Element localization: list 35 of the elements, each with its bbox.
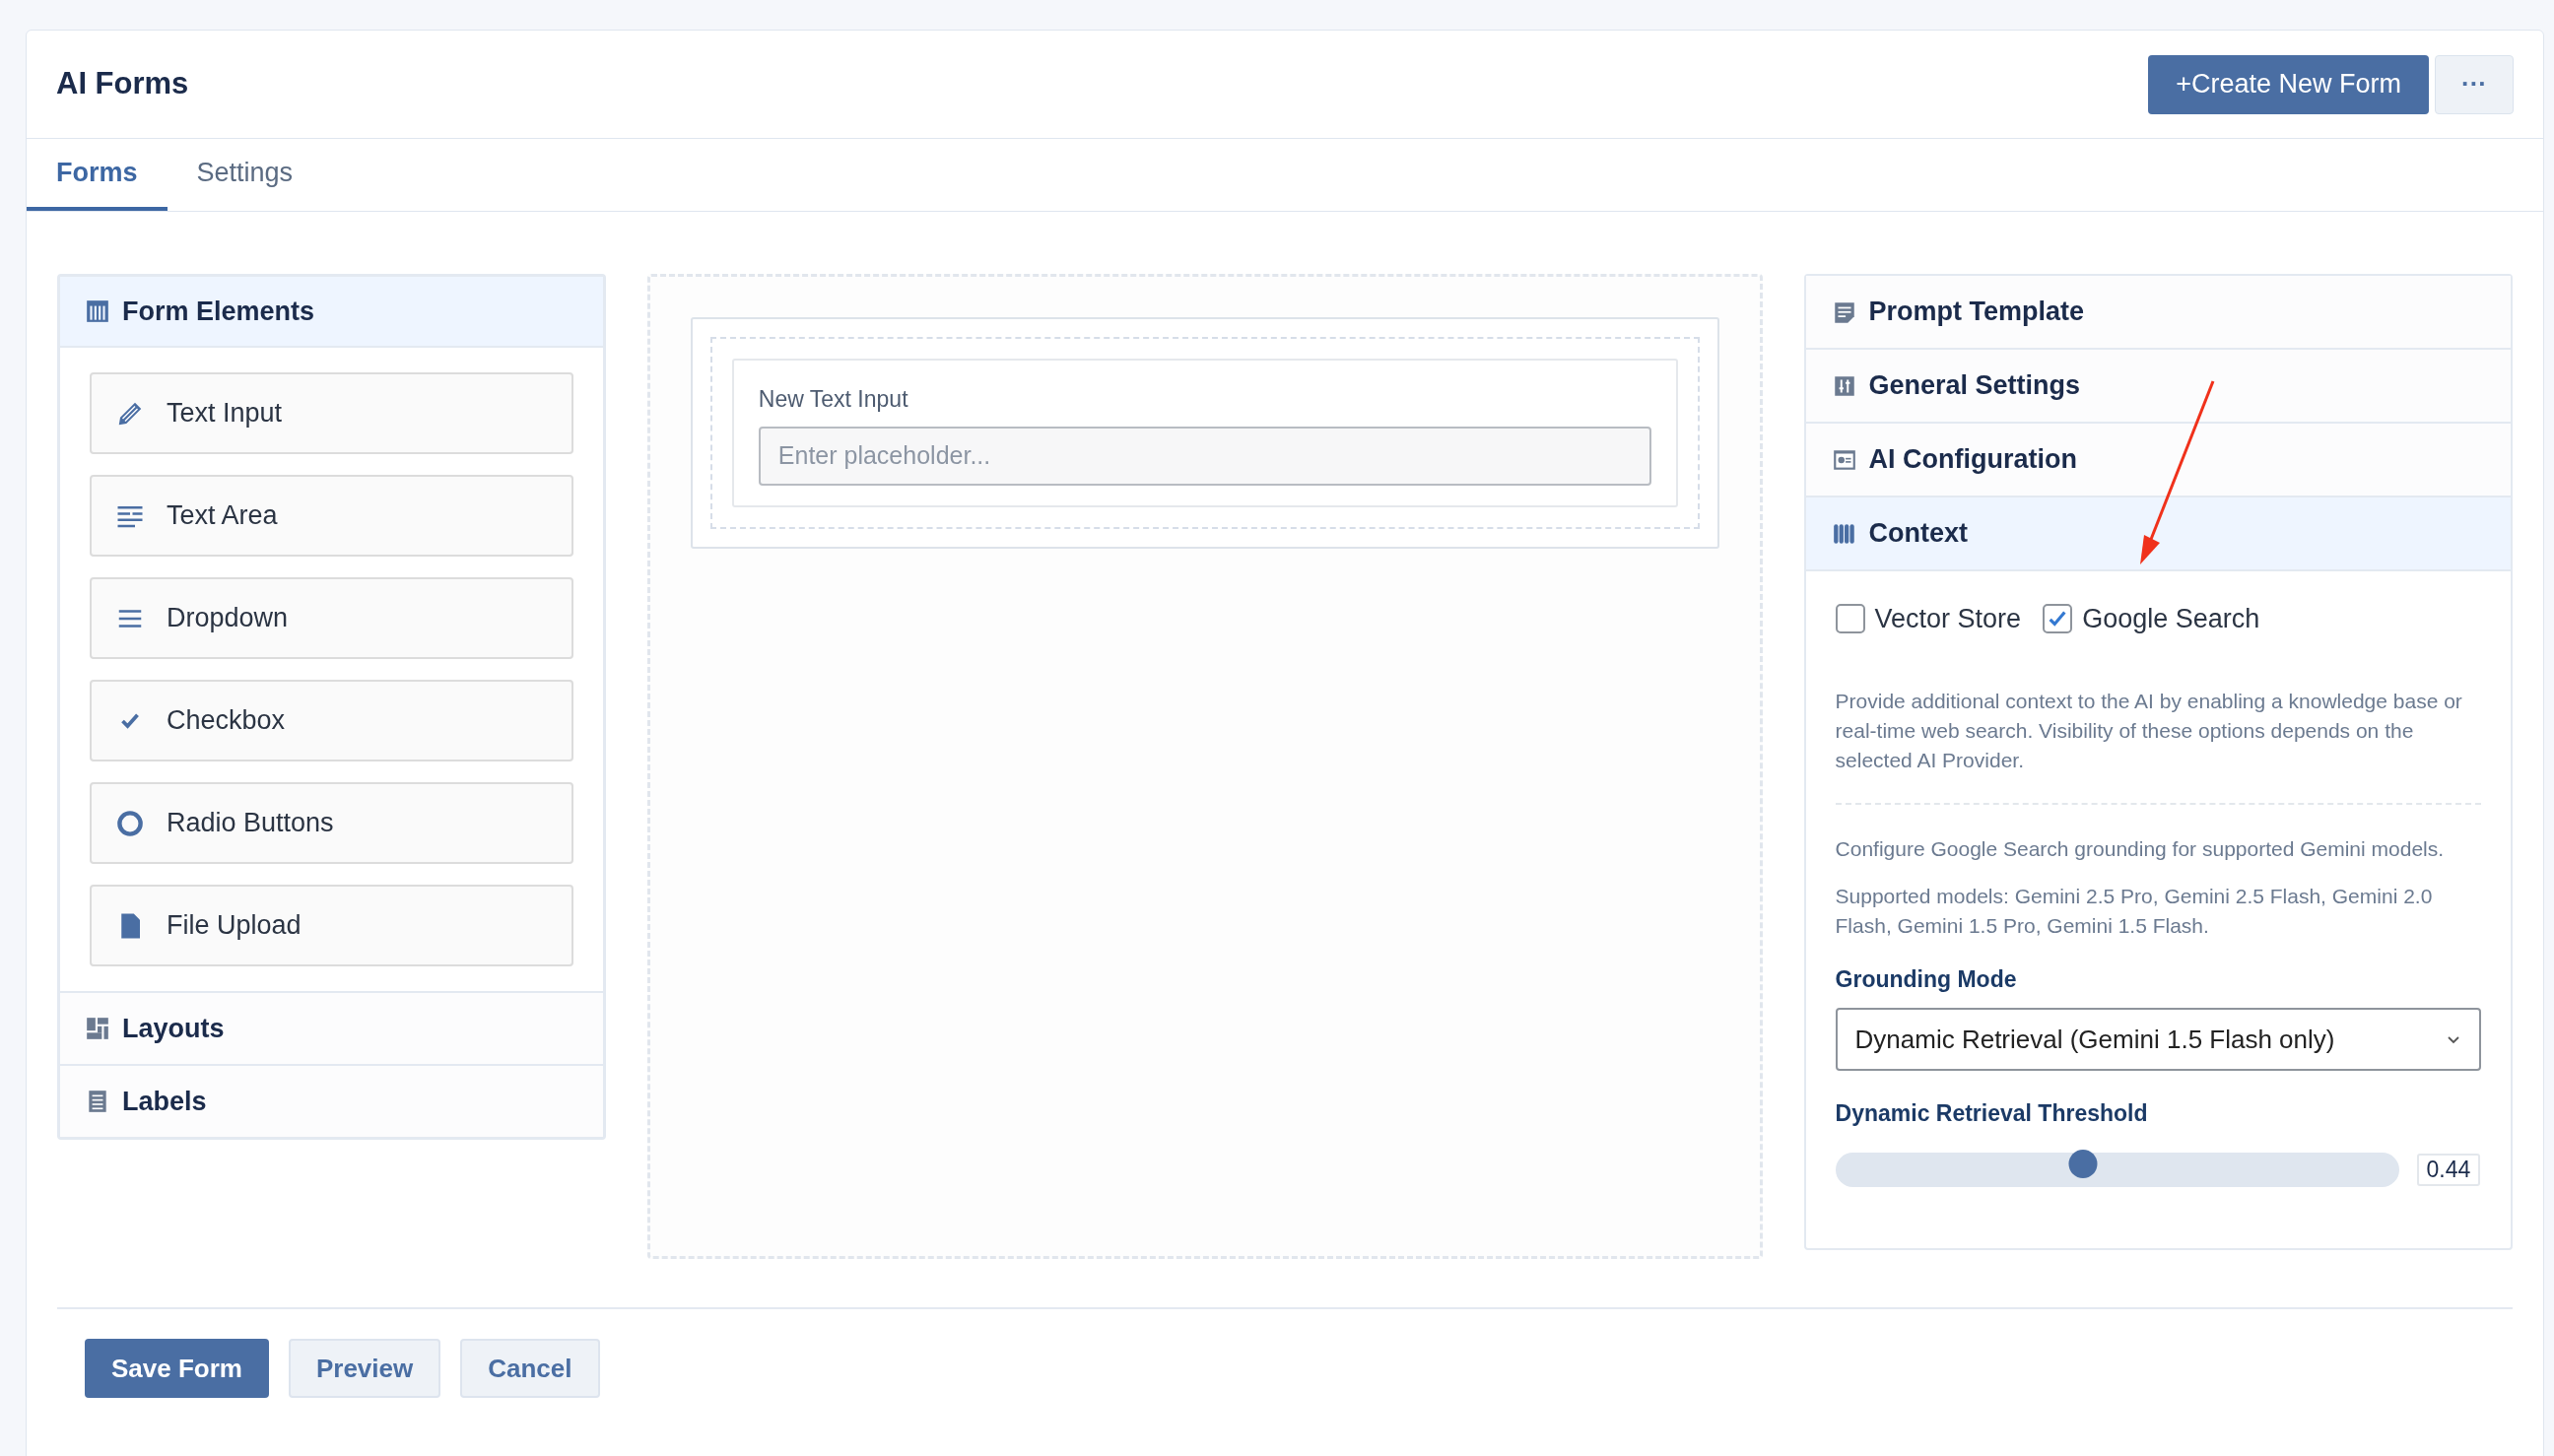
section-header[interactable]: Prompt Template	[1805, 276, 2511, 350]
checkbox[interactable]	[1835, 604, 1865, 634]
slider-thumb[interactable]	[2068, 1149, 2098, 1178]
form-element-item[interactable]: Text Input	[90, 372, 573, 454]
context-description: Provide additional context to the AI by enabling a knowledge base or real-time web search. Visibility of these options depends on the selected AI Provider.	[1835, 688, 2463, 773]
secondary-button[interactable]: Cancel	[460, 1339, 600, 1398]
field-label: New Text Input	[758, 385, 909, 414]
text-input-field[interactable]: Enter placeholder...	[758, 426, 1651, 486]
threshold-value: 0.44	[2416, 1153, 2481, 1186]
checkbox[interactable]	[2043, 604, 2073, 634]
supported-models: Supported models: Gemini 2.5 Pro, Gemini 2.5 Flash, Gemini 2.0 Flash, Gemini 1.5 Pro, Gemini 1.5 Flash.	[1835, 883, 2434, 939]
section-header[interactable]: Form Elements	[60, 277, 603, 348]
secondary-button[interactable]: Preview	[288, 1339, 441, 1398]
grid-icon	[85, 298, 110, 324]
threshold-label: Dynamic Retrieval Threshold	[1835, 1099, 2149, 1128]
grounding-note: Configure Google Search grounding for supported Gemini models.	[1835, 835, 2446, 862]
section-header[interactable]: Context	[1805, 497, 2511, 571]
app-title: AI Forms	[56, 65, 189, 103]
checkbox-label: Vector Store	[1874, 603, 2022, 635]
checkbox-label: Google Search	[2082, 603, 2260, 635]
form-element-item[interactable]: Radio Buttons	[90, 782, 573, 864]
tab[interactable]: Settings	[167, 139, 323, 211]
form-element-item[interactable]: File Upload	[90, 885, 573, 966]
form-element-item[interactable]: Checkbox	[90, 680, 573, 761]
more-button[interactable]: ···	[2435, 54, 2514, 114]
save-button[interactable]: Save Form	[85, 1339, 269, 1398]
tab[interactable]: Forms	[27, 139, 168, 211]
form-element-item[interactable]: Text Area	[90, 475, 573, 557]
circle-icon	[115, 808, 145, 838]
grounding-mode-select[interactable]: Dynamic Retrieval (Gemini 1.5 Flash only)	[1835, 1008, 2481, 1071]
grounding-mode-label: Grounding Mode	[1835, 964, 2018, 994]
layout-icon	[85, 1016, 110, 1041]
select-value: Dynamic Retrieval (Gemini 1.5 Flash only)	[1854, 1023, 2335, 1056]
create-form-button[interactable]: +Create New Form	[2148, 54, 2429, 114]
form-element-item[interactable]: Dropdown	[90, 577, 573, 659]
